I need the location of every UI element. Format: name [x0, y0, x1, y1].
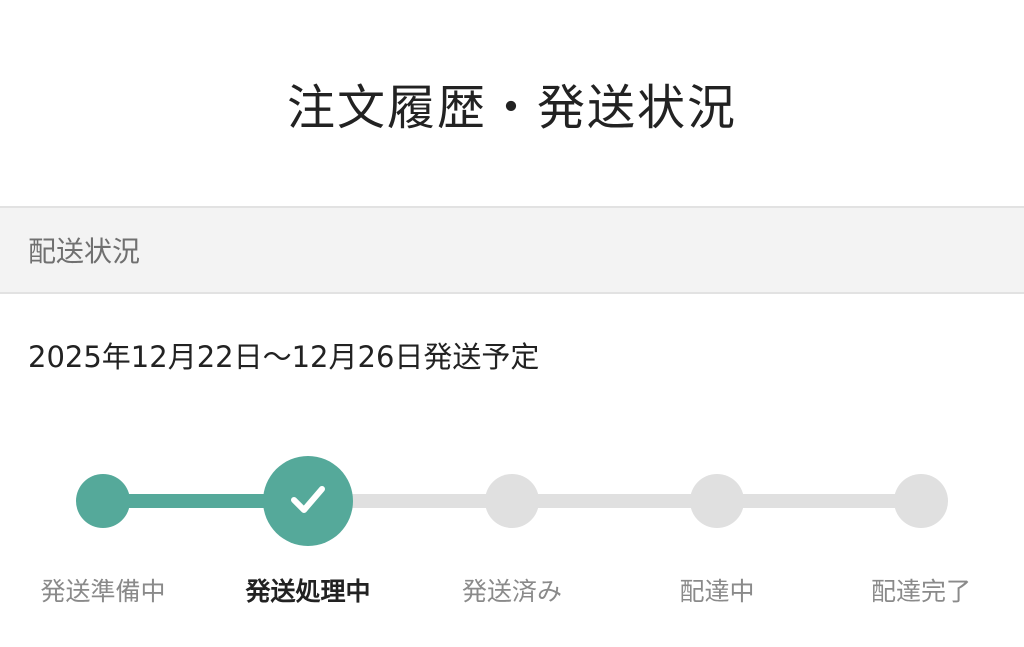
- step-label-delivered: 配達完了: [870, 577, 971, 606]
- section-header-label: 配送状況: [28, 235, 141, 268]
- shipping-schedule: 2025年12月22日〜12月26日発送予定: [28, 340, 540, 374]
- order-history-page: 注文履歴・発送状況 配送状況 2025年12月22日〜12月26日発送予定 発送…: [0, 0, 1024, 647]
- step-dot-preparing: [76, 474, 130, 528]
- step-label-processing: 発送処理中: [245, 577, 371, 606]
- step-dot-in-delivery: [690, 474, 744, 528]
- step-label-shipped: 発送済み: [461, 577, 562, 606]
- step-label-in-delivery: 配達中: [679, 577, 755, 606]
- step-dot-shipped: [485, 474, 539, 528]
- shipping-progress-tracker: 発送準備中 発送処理中 発送済み 配達中 配達完了: [0, 440, 1024, 620]
- section-header: 配送状況: [0, 206, 1024, 294]
- check-icon: [284, 475, 332, 527]
- step-label-preparing: 発送準備中: [40, 577, 166, 606]
- progress-track-remaining: [308, 494, 921, 508]
- page-title: 注文履歴・発送状況: [286, 80, 737, 136]
- step-dot-processing: [263, 456, 353, 546]
- step-dot-delivered: [894, 474, 948, 528]
